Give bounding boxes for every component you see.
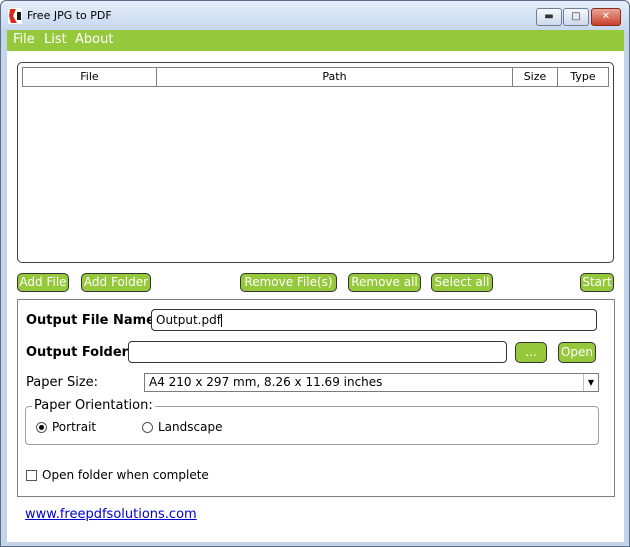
paper-orientation-label: Paper Orientation:	[32, 398, 155, 413]
output-folder-label: Output Folder:	[26, 345, 134, 360]
landscape-radio[interactable]	[142, 422, 153, 433]
start-button[interactable]: Start	[580, 273, 614, 292]
file-list[interactable]: File Path Size Type	[17, 62, 614, 263]
chevron-down-icon: ▼	[583, 374, 598, 391]
menu-about[interactable]: About	[75, 32, 113, 47]
menu-list[interactable]: List	[44, 32, 67, 47]
radio-selected-dot-icon	[39, 425, 44, 430]
app-window: Free JPG to PDF ▬ □ ✕ File List About Fi…	[0, 0, 630, 547]
column-header-path[interactable]: Path	[156, 67, 513, 87]
text-caret	[220, 314, 222, 327]
output-folder-input[interactable]	[128, 341, 507, 363]
remove-files-button[interactable]: Remove File(s)	[240, 273, 337, 292]
maximize-icon: □	[571, 11, 581, 22]
paper-orientation-group: Paper Orientation: Portrait Landscape	[25, 398, 599, 445]
client-area: File List About File Path Size Type Add …	[7, 30, 624, 542]
portrait-radio[interactable]	[36, 422, 47, 433]
output-file-name-label: Output File Name:	[26, 313, 161, 328]
open-folder-when-complete-label[interactable]: Open folder when complete	[42, 468, 209, 482]
minimize-button[interactable]: ▬	[536, 8, 562, 26]
paper-size-value: A4 210 x 297 mm, 8.26 x 11.69 inches	[149, 375, 383, 389]
column-header-file[interactable]: File	[22, 67, 157, 87]
options-panel: Output File Name: Output.pdf Output Fold…	[17, 299, 615, 497]
paper-size-select[interactable]: A4 210 x 297 mm, 8.26 x 11.69 inches ▼	[144, 373, 599, 392]
column-header-size[interactable]: Size	[512, 67, 558, 87]
add-folder-button[interactable]: Add Folder	[81, 273, 151, 292]
menu-bar: File List About	[7, 30, 624, 51]
browse-folder-button[interactable]: ...	[515, 342, 547, 363]
title-bar[interactable]: Free JPG to PDF ▬ □ ✕	[1, 1, 629, 30]
portrait-label[interactable]: Portrait	[52, 420, 96, 434]
open-folder-when-complete-checkbox[interactable]	[26, 470, 37, 481]
close-icon: ✕	[601, 11, 611, 22]
column-header-type[interactable]: Type	[557, 67, 609, 87]
select-all-button[interactable]: Select all	[431, 273, 493, 292]
window-title: Free JPG to PDF	[27, 9, 112, 22]
open-folder-button[interactable]: Open	[558, 342, 596, 363]
remove-all-button[interactable]: Remove all	[348, 273, 421, 292]
minimize-icon: ▬	[544, 11, 554, 22]
close-button[interactable]: ✕	[591, 8, 621, 26]
menu-file[interactable]: File	[13, 32, 35, 47]
landscape-label[interactable]: Landscape	[158, 420, 222, 434]
maximize-button[interactable]: □	[563, 8, 589, 26]
add-file-button[interactable]: Add File	[17, 273, 69, 292]
output-file-name-input[interactable]: Output.pdf	[151, 309, 597, 331]
website-link[interactable]: www.freepdfsolutions.com	[25, 507, 197, 522]
paper-size-label: Paper Size:	[26, 375, 99, 390]
app-logo-icon	[8, 8, 22, 24]
output-file-name-value: Output.pdf	[156, 313, 221, 327]
